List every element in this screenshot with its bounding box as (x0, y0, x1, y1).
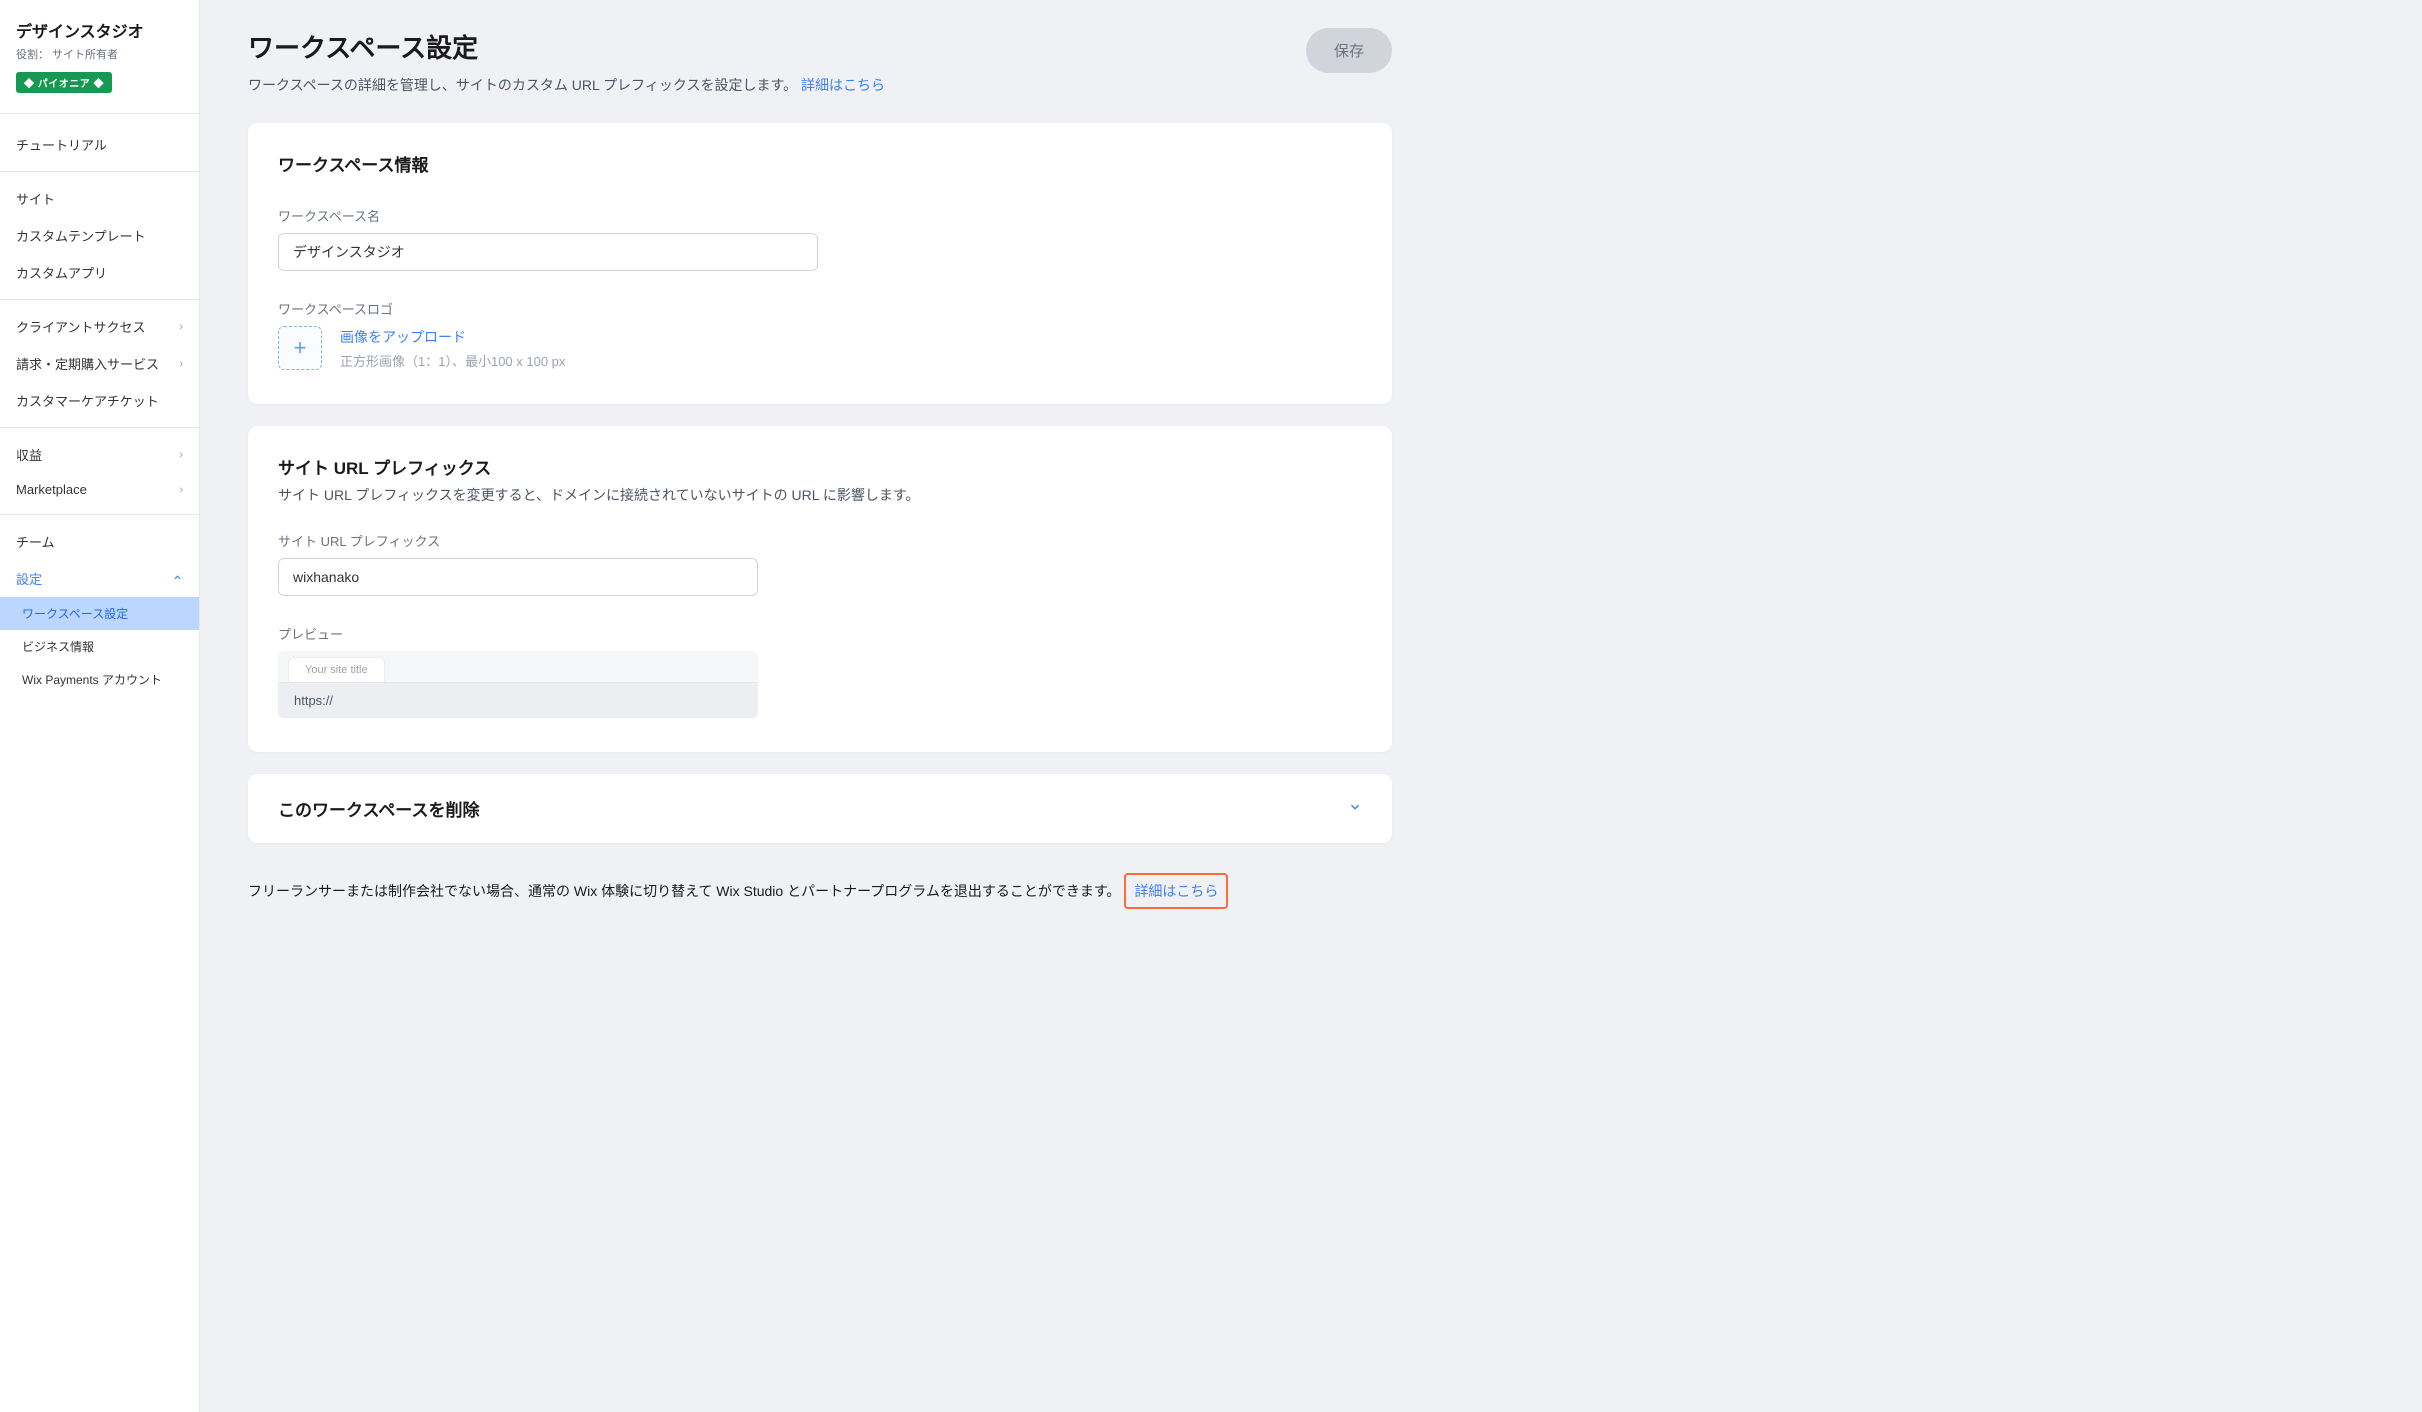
page-subtitle-text: ワークスペースの詳細を管理し、サイトのカスタム URL プレフィックスを設定しま… (248, 77, 797, 93)
sidebar-item[interactable]: カスタムテンプレート (0, 217, 199, 254)
footer-text: フリーランサーまたは制作会社でない場合、通常の Wix 体験に切り替えて Wix… (248, 881, 1120, 901)
sidebar-item-label: 請求・定期購入サービス (16, 354, 159, 373)
upload-box[interactable]: + (278, 326, 322, 370)
sidebar-item-label: 収益 (16, 445, 42, 464)
preview-url: https:// (278, 682, 758, 718)
sidebar-item[interactable]: カスタムアプリ (0, 254, 199, 291)
chevron-right-icon: › (179, 321, 183, 333)
sidebar-item[interactable]: クライアントサクセス › (0, 308, 199, 345)
sidebar-header: デザインスタジオ 役割： サイト所有者 ◆ パイオニア ◆ (0, 0, 199, 105)
card-title-info: ワークスペース情報 (278, 151, 1362, 176)
url-prefix-input[interactable] (278, 558, 758, 596)
chevron-right-icon: › (179, 484, 183, 496)
sidebar: デザインスタジオ 役割： サイト所有者 ◆ パイオニア ◆ チュートリアルサイト… (0, 0, 200, 1412)
sidebar-item-label: Marketplace (16, 482, 87, 497)
chevron-up-icon (172, 572, 183, 586)
divider (0, 113, 199, 114)
divider (0, 427, 199, 428)
sidebar-item[interactable]: 請求・定期購入サービス › (0, 345, 199, 382)
field-workspace-name: ワークスペース名 (278, 206, 1362, 271)
sidebar-item[interactable]: チーム (0, 523, 199, 560)
chevron-right-icon: › (179, 449, 183, 461)
footer-learn-more-link[interactable]: 詳細はこちら (1124, 873, 1228, 909)
sidebar-item[interactable]: Marketplace › (0, 473, 199, 506)
sidebar-item[interactable]: カスタマーケアチケット (0, 382, 199, 419)
delete-card-title: このワークスペースを削除 (278, 796, 479, 821)
url-prefix-card: サイト URL プレフィックス サイト URL プレフィックスを変更すると、ドメ… (248, 426, 1392, 752)
sidebar-item-label: カスタムアプリ (16, 263, 107, 282)
workspace-info-card: ワークスペース情報 ワークスペース名 ワークスペースロゴ + 画像をアップロード… (248, 123, 1392, 404)
field-workspace-logo: ワークスペースロゴ + 画像をアップロード 正方形画像（1：1）、最小100 x… (278, 299, 1362, 370)
plus-icon: + (294, 335, 307, 361)
pioneer-badge: ◆ パイオニア ◆ (16, 72, 112, 93)
sidebar-item[interactable]: サイト (0, 180, 199, 217)
chevron-right-icon: › (179, 358, 183, 370)
sidebar-item[interactable]: 設定 (0, 560, 199, 597)
page-subtitle: ワークスペースの詳細を管理し、サイトのカスタム URL プレフィックスを設定しま… (248, 75, 885, 95)
sidebar-nav: チュートリアルサイトカスタムテンプレートカスタムアプリクライアントサクセス›請求… (0, 122, 199, 700)
field-url-prefix: サイト URL プレフィックス (278, 531, 1362, 596)
field-preview: プレビュー Your site title https:// (278, 624, 1362, 718)
main-content: ワークスペース設定 ワークスペースの詳細を管理し、サイトのカスタム URL プレ… (200, 0, 1440, 1412)
footer-note: フリーランサーまたは制作会社でない場合、通常の Wix 体験に切り替えて Wix… (248, 873, 1392, 909)
workspace-name-label: ワークスペース名 (278, 206, 1362, 225)
sidebar-subitem[interactable]: Wix Payments アカウント (0, 663, 199, 696)
save-button[interactable]: 保存 (1306, 28, 1392, 73)
sidebar-item-label: チーム (16, 532, 55, 551)
delete-workspace-card[interactable]: このワークスペースを削除 (248, 774, 1392, 843)
sidebar-item-label: カスタムテンプレート (16, 226, 146, 245)
url-prefix-label: サイト URL プレフィックス (278, 531, 1362, 550)
workspace-name-input[interactable] (278, 233, 818, 271)
learn-more-link[interactable]: 詳細はこちら (801, 77, 885, 93)
workspace-logo-label: ワークスペースロゴ (278, 299, 1362, 318)
workspace-name: デザインスタジオ (16, 18, 183, 42)
upload-image-link[interactable]: 画像をアップロード (340, 327, 565, 347)
page-title: ワークスペース設定 (248, 28, 885, 65)
workspace-role: 役割： サイト所有者 (16, 46, 183, 62)
preview-tab: Your site title (288, 657, 385, 682)
sidebar-subitem[interactable]: ワークスペース設定 (0, 597, 199, 630)
sidebar-item-label: クライアントサクセス (16, 317, 145, 336)
sidebar-item-label: サイト (16, 189, 55, 208)
divider (0, 514, 199, 515)
divider (0, 299, 199, 300)
chevron-down-icon (1348, 800, 1362, 817)
page-header: ワークスペース設定 ワークスペースの詳細を管理し、サイトのカスタム URL プレ… (248, 28, 1392, 95)
sidebar-item-label: チュートリアル (16, 135, 107, 154)
sidebar-subitem[interactable]: ビジネス情報 (0, 630, 199, 663)
sidebar-item[interactable]: チュートリアル (0, 126, 199, 163)
sidebar-item-label: カスタマーケアチケット (16, 391, 159, 410)
card-subtitle-prefix: サイト URL プレフィックスを変更すると、ドメインに接続されていないサイトの … (278, 485, 1362, 505)
preview-label: プレビュー (278, 624, 1362, 643)
upload-hint: 正方形画像（1：1）、最小100 x 100 px (340, 354, 565, 369)
card-title-prefix: サイト URL プレフィックス (278, 454, 1362, 479)
sidebar-item[interactable]: 収益 › (0, 436, 199, 473)
preview-box: Your site title https:// (278, 651, 758, 718)
divider (0, 171, 199, 172)
sidebar-item-label: 設定 (16, 569, 42, 588)
